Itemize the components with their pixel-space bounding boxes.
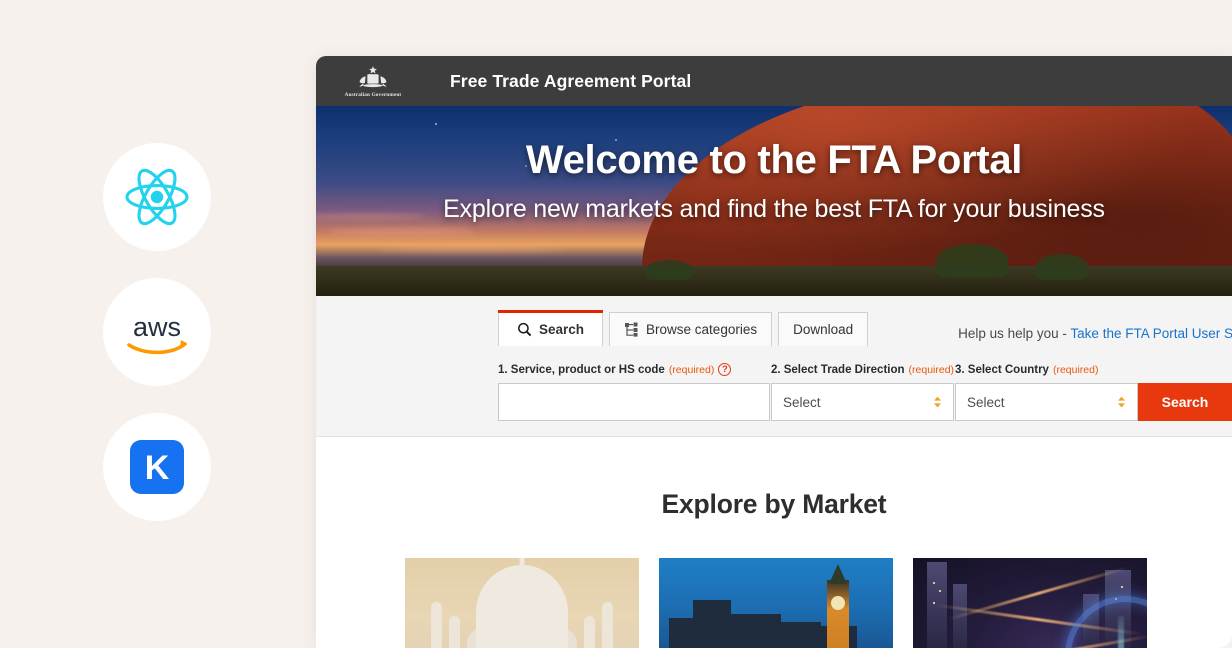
- hero-ground: [316, 266, 1232, 296]
- market-card-india[interactable]: [405, 558, 639, 648]
- night-city-roundabout-photo: [913, 558, 1147, 648]
- explore-by-market-title: Explore by Market: [661, 489, 887, 519]
- question-mark-icon[interactable]: ?: [718, 363, 732, 376]
- aws-logo-badge: aws: [103, 278, 211, 386]
- search-tabs: Search Browse categories Download Help u…: [316, 310, 1232, 346]
- market-cards-row: [316, 558, 1232, 648]
- hero-scrub: [646, 260, 692, 280]
- field-service-product-hs-code: 1. Service, product or HS code (required…: [498, 363, 770, 421]
- market-card-uk[interactable]: [659, 558, 893, 648]
- search-input[interactable]: [498, 383, 770, 421]
- page-root: aws K Australian Government Free Trade A…: [0, 0, 1232, 648]
- svg-text:K: K: [145, 449, 170, 487]
- tab-download-label: Download: [793, 322, 854, 337]
- site-title: Free Trade Agreement Portal: [450, 70, 692, 91]
- australian-government-crest: Australian Government: [338, 65, 408, 98]
- react-logo-badge: [103, 143, 211, 251]
- commonwealth-coat-of-arms-icon: [359, 65, 387, 87]
- field-required-marker: (required): [1052, 364, 1099, 376]
- london-big-ben-photo: [659, 558, 893, 648]
- tab-browse-categories[interactable]: Browse categories: [609, 312, 773, 346]
- aws-logo-icon: aws: [121, 309, 193, 355]
- tab-download[interactable]: Download: [778, 312, 869, 346]
- field-label-country: 3. Select Country (required): [955, 364, 1138, 376]
- field-label-country-text: 3. Select Country: [955, 364, 1049, 376]
- trade-direction-value: Select: [782, 394, 821, 410]
- hero-banner: Welcome to the FTA Portal Explore new ma…: [316, 106, 1232, 296]
- survey-callout: Help us help you - Take the FTA Portal U…: [958, 326, 1232, 341]
- field-label-service: 1. Service, product or HS code (required…: [498, 363, 770, 376]
- market-card-uae[interactable]: [913, 558, 1147, 648]
- react-logo-icon: [125, 168, 189, 226]
- hero-title: Welcome to the FTA Portal: [525, 138, 1023, 182]
- field-required-marker: (required): [668, 363, 715, 376]
- search-fields-row: 1. Service, product or HS code (required…: [316, 363, 1232, 421]
- chevron-updown-icon: [933, 396, 942, 408]
- tab-search[interactable]: Search: [498, 310, 604, 346]
- site-header: Australian Government Free Trade Agreeme…: [316, 56, 1232, 106]
- hero-cloud: [376, 246, 566, 252]
- field-label-trade-direction-text: 2. Select Trade Direction: [770, 364, 905, 376]
- hero-subtitle: Explore new markets and find the best FT…: [443, 195, 1105, 223]
- search-panel: Search Browse categories Download Help u…: [316, 296, 1232, 437]
- field-country: 3. Select Country (required) Select: [955, 364, 1138, 421]
- magnifier-icon: [517, 322, 532, 337]
- hero-text-block: Welcome to the FTA Portal Explore new ma…: [316, 106, 1232, 224]
- tree-hierarchy-icon: [624, 322, 639, 337]
- survey-link[interactable]: Take the FTA Portal User Survey: [1070, 326, 1232, 341]
- crest-label: Australian Government: [344, 91, 402, 98]
- svg-text:aws: aws: [133, 312, 181, 342]
- chevron-updown-icon: [1117, 396, 1126, 408]
- taj-mahal-photo: [405, 558, 639, 648]
- country-value: Select: [967, 394, 1005, 410]
- country-select[interactable]: Select: [955, 383, 1138, 421]
- tab-search-label: Search: [539, 322, 585, 337]
- tab-browse-categories-label: Browse categories: [646, 322, 758, 337]
- survey-prefix: Help us help you -: [958, 326, 1071, 341]
- field-required-marker: (required): [908, 364, 955, 376]
- search-submit-button[interactable]: Search: [1138, 383, 1232, 421]
- hero-cloud: [326, 228, 476, 235]
- field-trade-direction: 2. Select Trade Direction (required) Sel…: [770, 364, 954, 421]
- explore-by-market-section: Explore by Market: [316, 437, 1232, 648]
- kentico-logo-icon: K: [130, 440, 184, 494]
- kentico-logo-badge: K: [103, 413, 211, 521]
- field-label-service-text: 1. Service, product or HS code: [498, 363, 665, 376]
- browser-window: Australian Government Free Trade Agreeme…: [316, 56, 1232, 648]
- hero-scrub: [1036, 254, 1088, 280]
- trade-direction-select[interactable]: Select: [770, 383, 954, 421]
- hero-scrub: [936, 244, 1008, 278]
- field-label-trade-direction: 2. Select Trade Direction (required): [771, 364, 954, 376]
- tech-logo-rail: aws K: [103, 143, 211, 548]
